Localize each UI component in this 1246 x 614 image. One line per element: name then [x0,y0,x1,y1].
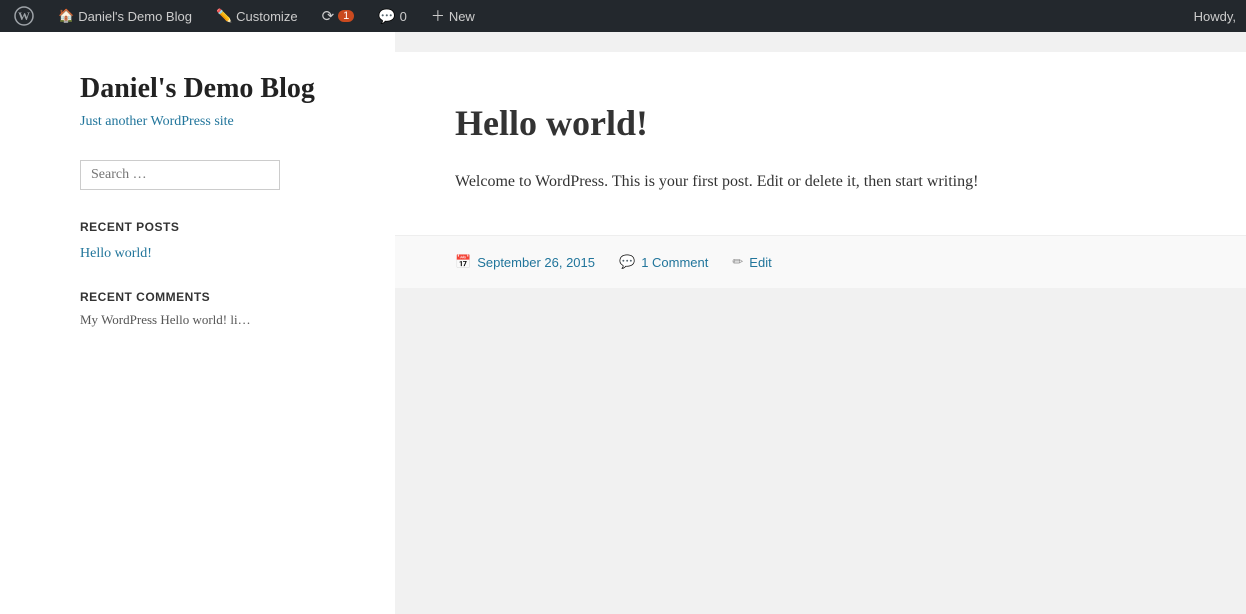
home-icon: 🏠 [58,8,74,24]
post-footer: 📅 September 26, 2015 💬 1 Comment ✏ Edit [395,235,1246,288]
new-label: New [449,9,475,24]
post-edit-link[interactable]: Edit [749,255,771,270]
updates-badge: 1 [338,10,354,22]
post-card: Hello world! Welcome to WordPress. This … [395,52,1246,288]
calendar-icon: 📅 [455,254,471,270]
wp-logo-button[interactable]: W [10,0,38,32]
new-content-button[interactable]: ＋ New [427,0,479,32]
post-comments-link[interactable]: 1 Comment [641,255,708,270]
wp-logo-icon: W [14,6,34,26]
site-title: Daniel's Demo Blog [80,72,355,106]
post-date-meta: 📅 September 26, 2015 [455,254,595,270]
search-input[interactable] [80,160,280,190]
site-tagline: Just another WordPress site [80,114,355,130]
site-name-label: Daniel's Demo Blog [78,9,192,24]
updates-button[interactable]: ⟳ 1 [318,0,359,32]
new-icon: ＋ [431,6,445,26]
post-title: Hello world! [455,102,1186,144]
post-content: Welcome to WordPress. This is your first… [455,168,1186,195]
comments-button[interactable]: 💬 0 [374,0,411,32]
customize-label: Customize [236,9,297,24]
comment-bubble-icon: 💬 [619,254,635,270]
howdy-text: Howdy, [1194,9,1236,24]
post-body: Hello world! Welcome to WordPress. This … [395,52,1246,235]
pencil-icon: ✏ [732,254,743,270]
sidebar: Daniel's Demo Blog Just another WordPres… [0,32,395,614]
main-content: Hello world! Welcome to WordPress. This … [395,32,1246,614]
page-wrapper: Daniel's Demo Blog Just another WordPres… [0,32,1246,614]
comments-icon: 💬 [378,8,395,25]
site-name-button[interactable]: 🏠 Daniel's Demo Blog [54,0,196,32]
recent-comments-heading: Recent Comments [80,290,355,304]
recent-post-link[interactable]: Hello world! [80,246,355,262]
recent-posts-heading: Recent Posts [80,220,355,234]
post-edit-meta: ✏ Edit [732,254,771,270]
updates-icon: ⟳ [322,7,335,25]
search-form [80,160,355,190]
svg-text:W: W [18,9,30,23]
post-date-link[interactable]: September 26, 2015 [477,255,595,270]
admin-bar: W 🏠 Daniel's Demo Blog ✏️ Customize ⟳ 1 … [0,0,1246,32]
comments-count: 0 [400,9,407,24]
customize-icon: ✏️ [216,8,232,24]
comment-snippet: My WordPress Hello world! li… [80,312,251,327]
post-comments-meta: 💬 1 Comment [619,254,708,270]
customize-button[interactable]: ✏️ Customize [212,0,302,32]
